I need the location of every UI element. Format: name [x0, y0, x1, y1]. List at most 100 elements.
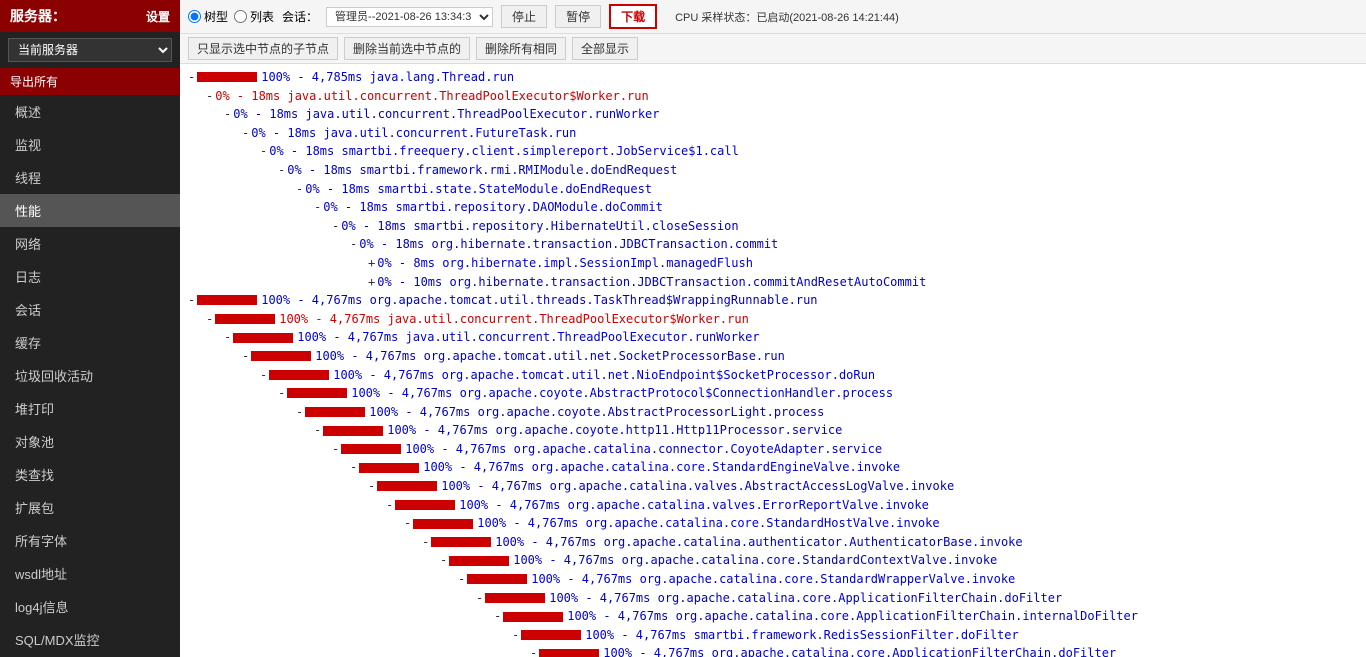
tree-node-text[interactable]: 100% - 4,767ms smartbi.framework.RedisSe… — [585, 626, 1018, 645]
toolbar-row2: 只显示选中节点的子节点 删除当前选中节点的 删除所有相同 全部显示 — [180, 34, 1366, 64]
sidebar-nav-item[interactable]: 对象池 — [0, 425, 180, 458]
tree-row: - 100% - 4,767ms org.apache.coyote.Abstr… — [188, 384, 1358, 403]
performance-bar — [539, 649, 599, 657]
tree-prefix: - — [440, 551, 447, 570]
sidebar-nav-item[interactable]: 概述 — [0, 95, 180, 128]
tree-node-text[interactable]: 0% - 18ms java.util.concurrent.FutureTas… — [251, 124, 576, 143]
settings-button[interactable]: 设置 — [146, 8, 170, 25]
sidebar-nav-item[interactable]: 所有字体 — [0, 524, 180, 557]
radio-list-label[interactable]: 列表 — [234, 8, 274, 25]
delete-same-button[interactable]: 删除所有相同 — [476, 37, 566, 60]
tree-node-text[interactable]: 0% - 10ms org.hibernate.transaction.JDBC… — [377, 273, 926, 292]
sidebar-nav-item[interactable]: SQL/MDX监控 — [0, 623, 180, 656]
tree-node-text[interactable]: 100% - 4,767ms org.apache.coyote.Abstrac… — [369, 403, 824, 422]
top-toolbar: 树型 列表 会话： 管理员--2021-08-26 13:34:3 停止 暂停 … — [180, 0, 1366, 34]
tree-prefix: - — [296, 180, 303, 199]
performance-bar — [341, 444, 401, 454]
tree-prefix: - — [188, 291, 195, 310]
tree-node-text[interactable]: 100% - 4,767ms org.apache.tomcat.util.th… — [261, 291, 817, 310]
show-child-button[interactable]: 只显示选中节点的子节点 — [188, 37, 338, 60]
sidebar-nav-item[interactable]: 日志 — [0, 260, 180, 293]
sidebar-nav-item[interactable]: 类查找 — [0, 458, 180, 491]
performance-bar — [323, 426, 383, 436]
tree-prefix: - — [350, 235, 357, 254]
tree-node-text[interactable]: 100% - 4,767ms java.util.concurrent.Thre… — [297, 328, 759, 347]
tree-node-text[interactable]: 0% - 18ms smartbi.repository.HibernateUt… — [341, 217, 738, 236]
tree-prefix: - — [278, 161, 285, 180]
pause-button[interactable]: 暂停 — [555, 5, 601, 28]
tree-node-text[interactable]: 100% - 4,767ms org.apache.catalina.valve… — [441, 477, 954, 496]
tree-node-text[interactable]: 100% - 4,767ms org.apache.catalina.core.… — [477, 514, 939, 533]
tree-prefix: - — [260, 366, 267, 385]
tree-node-text[interactable]: 0% - 18ms smartbi.framework.rmi.RMIModul… — [287, 161, 677, 180]
tree-node-text[interactable]: 100% - 4,767ms org.apache.coyote.Abstrac… — [351, 384, 893, 403]
tree-row: - 100% - 4,785ms java.lang.Thread.run — [188, 68, 1358, 87]
tree-row: - 100% - 4,767ms java.util.concurrent.Th… — [188, 310, 1358, 329]
sidebar-nav-item[interactable]: log4j信息 — [0, 590, 180, 623]
sidebar-nav-item[interactable]: 会话 — [0, 293, 180, 326]
export-button[interactable]: 导出所有 — [0, 68, 180, 95]
tree-node-text[interactable]: 0% - 18ms java.util.concurrent.ThreadPoo… — [233, 105, 659, 124]
tree-node-text[interactable]: 0% - 18ms smartbi.freequery.client.simpl… — [269, 142, 739, 161]
performance-bar — [197, 295, 257, 305]
tree-node-text[interactable]: 0% - 8ms org.hibernate.impl.SessionImpl.… — [377, 254, 753, 273]
sidebar-nav-item[interactable]: wsdl地址 — [0, 557, 180, 590]
tree-node-text[interactable]: 100% - 4,767ms org.apache.catalina.core.… — [549, 589, 1062, 608]
tree-node-text[interactable]: 100% - 4,767ms org.apache.catalina.valve… — [459, 496, 929, 515]
sidebar-nav-item[interactable]: 扩展包 — [0, 491, 180, 524]
stop-button[interactable]: 停止 — [501, 5, 547, 28]
sidebar-nav-item[interactable]: 缓存 — [0, 326, 180, 359]
tree-row: - 100% - 4,767ms org.apache.catalina.cor… — [188, 589, 1358, 608]
tree-node-text[interactable]: 100% - 4,767ms org.apache.tomcat.util.ne… — [333, 366, 875, 385]
sidebar-nav-item[interactable]: 线程 — [0, 161, 180, 194]
tree-node-text[interactable]: 100% - 4,767ms org.apache.catalina.authe… — [495, 533, 1022, 552]
tree-node-text[interactable]: 100% - 4,767ms org.apache.tomcat.util.ne… — [315, 347, 785, 366]
tree-prefix: - — [476, 589, 483, 608]
download-button[interactable]: 下载 — [609, 4, 657, 29]
tree-node-text[interactable]: 100% - 4,767ms org.apache.catalina.core.… — [531, 570, 1015, 589]
tree-prefix: - — [260, 142, 267, 161]
tree-node-text[interactable]: 100% - 4,767ms org.apache.catalina.core.… — [513, 551, 997, 570]
sidebar-nav-item[interactable]: 监视 — [0, 128, 180, 161]
tree-prefix: - — [314, 421, 321, 440]
tree-node-text[interactable]: 0% - 18ms smartbi.state.StateModule.doEn… — [305, 180, 652, 199]
tree-node-text[interactable]: 0% - 18ms java.util.concurrent.ThreadPoo… — [215, 87, 648, 106]
tree-node-text[interactable]: 100% - 4,767ms java.util.concurrent.Thre… — [279, 310, 749, 329]
tree-node-text[interactable]: 100% - 4,767ms org.apache.catalina.core.… — [567, 607, 1138, 626]
tree-node-text[interactable]: 100% - 4,767ms org.apache.catalina.conne… — [405, 440, 882, 459]
tree-row: + 0% - 10ms org.hibernate.transaction.JD… — [188, 273, 1358, 292]
server-select[interactable]: 当前服务器 — [8, 38, 172, 62]
tree-prefix: - — [314, 198, 321, 217]
sidebar-nav-item[interactable]: 网络 — [0, 227, 180, 260]
tree-row: - 0% - 18ms smartbi.repository.DAOModule… — [188, 198, 1358, 217]
tree-row: - 100% - 4,767ms java.util.concurrent.Th… — [188, 328, 1358, 347]
sidebar-nav-item[interactable]: 性能 — [0, 194, 180, 227]
tree-row: - 100% - 4,767ms org.apache.coyote.Abstr… — [188, 403, 1358, 422]
radio-list[interactable] — [234, 10, 247, 23]
tree-prefix: - — [332, 217, 339, 236]
tree-node-text[interactable]: 100% - 4,785ms java.lang.Thread.run — [261, 68, 514, 87]
sidebar-title: 服务器： — [10, 6, 66, 26]
delete-selected-button[interactable]: 删除当前选中节点的 — [344, 37, 470, 60]
tree-prefix: - — [206, 87, 213, 106]
session-select[interactable]: 管理员--2021-08-26 13:34:3 — [326, 7, 493, 27]
radio-tree-label[interactable]: 树型 — [188, 8, 228, 25]
performance-bar — [413, 519, 473, 529]
performance-bar — [467, 574, 527, 584]
main-content: 树型 列表 会话： 管理员--2021-08-26 13:34:3 停止 暂停 … — [180, 0, 1366, 657]
tree-node-text[interactable]: 0% - 18ms org.hibernate.transaction.JDBC… — [359, 235, 778, 254]
tree-prefix: + — [368, 273, 375, 292]
toolbar-row1: 树型 列表 会话： 管理员--2021-08-26 13:34:3 停止 暂停 … — [188, 4, 1358, 29]
radio-tree[interactable] — [188, 10, 201, 23]
show-all-button[interactable]: 全部显示 — [572, 37, 638, 60]
tree-node-text[interactable]: 100% - 4,767ms org.apache.catalina.core.… — [423, 458, 900, 477]
sidebar-nav-item[interactable]: 堆打印 — [0, 392, 180, 425]
tree-prefix: - — [206, 310, 213, 329]
tree-node-text[interactable]: 0% - 18ms smartbi.repository.DAOModule.d… — [323, 198, 663, 217]
tree-prefix: - — [296, 403, 303, 422]
sidebar-nav-item[interactable]: 垃圾回收活动 — [0, 359, 180, 392]
performance-bar — [431, 537, 491, 547]
tree-node-text[interactable]: 100% - 4,767ms org.apache.catalina.core.… — [603, 644, 1116, 657]
tree-node-text[interactable]: 100% - 4,767ms org.apache.coyote.http11.… — [387, 421, 842, 440]
tree-row: - 100% - 4,767ms org.apache.tomcat.util.… — [188, 347, 1358, 366]
